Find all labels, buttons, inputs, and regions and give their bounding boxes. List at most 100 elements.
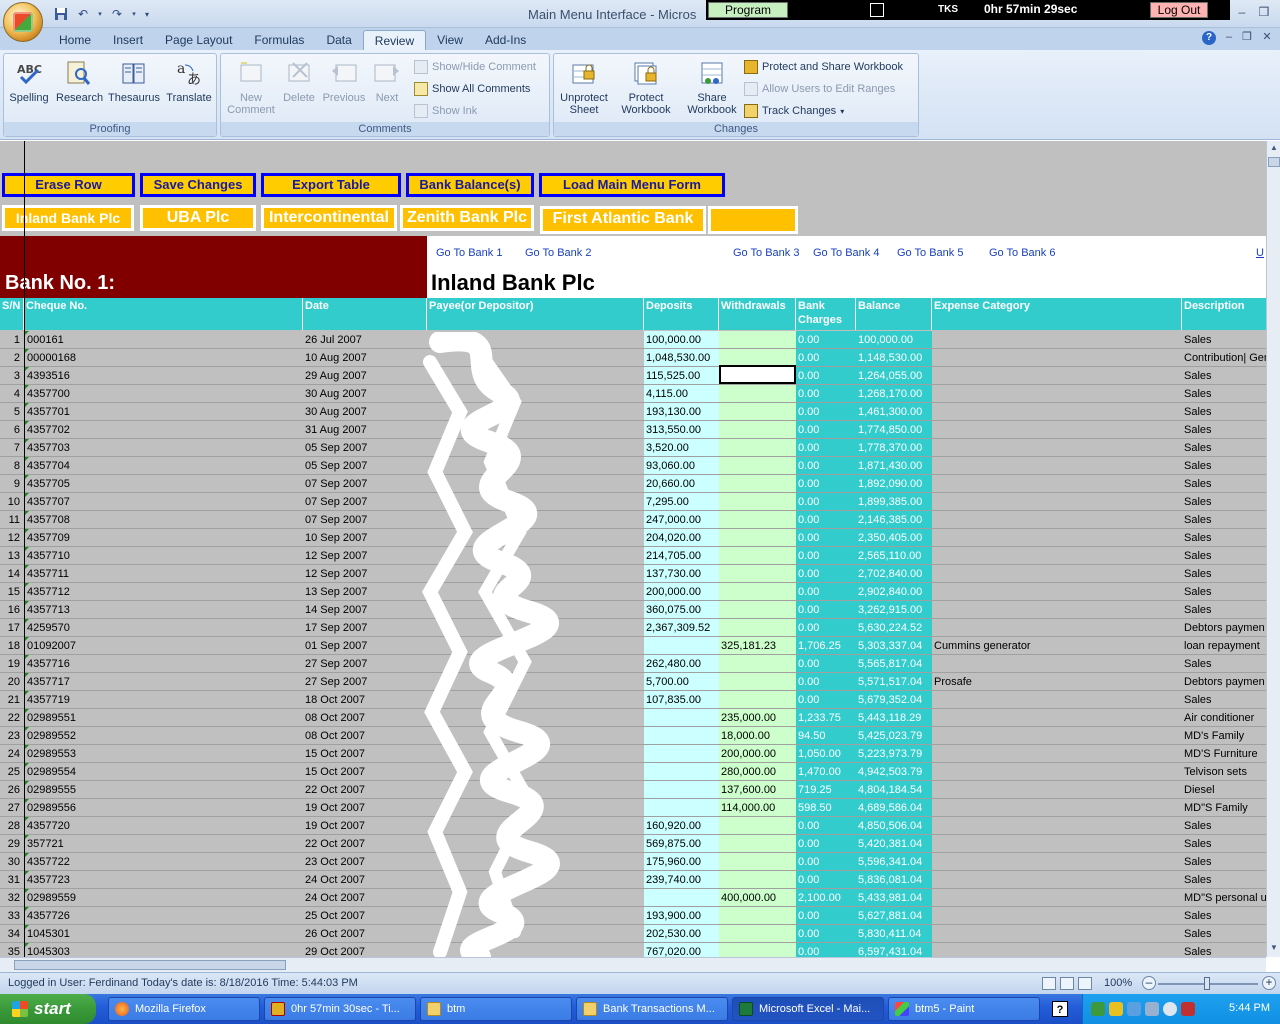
tab-home[interactable]: Home — [48, 30, 102, 50]
withdrawal-cell[interactable] — [719, 493, 796, 511]
withdrawal-cell[interactable] — [719, 907, 796, 925]
horizontal-scroll-thumb[interactable] — [14, 960, 286, 970]
cheque-cell[interactable]: 4259570 — [24, 619, 303, 637]
sn-cell[interactable]: 1 — [0, 331, 24, 349]
description-cell[interactable]: Sales — [1182, 403, 1266, 421]
show-ink-button[interactable]: Show Ink — [414, 102, 477, 120]
date-cell[interactable]: 18 Oct 2007 — [303, 691, 427, 709]
antivirus-icon[interactable] — [1181, 1002, 1195, 1016]
restore-button[interactable]: ❒ — [1253, 4, 1275, 20]
bank-button-inland[interactable]: Inland Bank Plc — [2, 205, 134, 231]
zoom-level[interactable]: 100% — [1104, 977, 1132, 989]
zoom-out-icon[interactable]: – — [1142, 976, 1156, 990]
thesaurus-button[interactable]: Thesaurus — [108, 58, 160, 104]
zoom-in-icon[interactable]: + — [1262, 976, 1276, 990]
deposit-cell[interactable]: 7,295.00 — [644, 493, 719, 511]
sn-cell[interactable]: 17 — [0, 619, 24, 637]
charges-cell[interactable]: 0.00 — [796, 673, 856, 691]
translate-button[interactable]: aあ Translate — [164, 58, 214, 104]
expense-cell[interactable] — [932, 817, 1182, 835]
balance-cell[interactable]: 5,571,517.04 — [856, 673, 932, 691]
cheque-cell[interactable]: 4357710 — [24, 547, 303, 565]
deposit-cell[interactable] — [644, 637, 719, 655]
balance-cell[interactable]: 5,565,817.04 — [856, 655, 932, 673]
cheque-cell[interactable]: 4357709 — [24, 529, 303, 547]
deposit-cell[interactable]: 247,000.00 — [644, 511, 719, 529]
next-comment-button[interactable]: Next — [367, 58, 407, 104]
date-cell[interactable]: 10 Sep 2007 — [303, 529, 427, 547]
deposit-cell[interactable]: 175,960.00 — [644, 853, 719, 871]
balance-cell[interactable]: 5,836,081.04 — [856, 871, 932, 889]
deposit-cell[interactable]: 313,550.00 — [644, 421, 719, 439]
start-button[interactable]: start — [0, 994, 96, 1024]
withdrawal-cell[interactable] — [719, 439, 796, 457]
cheque-cell[interactable]: 4357713 — [24, 601, 303, 619]
tab-insert[interactable]: Insert — [102, 30, 154, 50]
research-button[interactable]: Research — [56, 58, 103, 104]
cheque-cell[interactable]: 4357703 — [24, 439, 303, 457]
cheque-cell[interactable]: 02989559 — [24, 889, 303, 907]
date-cell[interactable]: 30 Aug 2007 — [303, 403, 427, 421]
show-all-comments-button[interactable]: Show All Comments — [414, 80, 530, 98]
description-cell[interactable]: Sales — [1182, 385, 1266, 403]
cheque-cell[interactable]: 01092007 — [24, 637, 303, 655]
sn-cell[interactable]: 26 — [0, 781, 24, 799]
cheque-cell[interactable]: 4357716 — [24, 655, 303, 673]
sn-cell[interactable]: 27 — [0, 799, 24, 817]
date-cell[interactable]: 13 Sep 2007 — [303, 583, 427, 601]
bank-button-uba[interactable]: UBA Plc — [140, 205, 256, 231]
charges-cell[interactable]: 0.00 — [796, 601, 856, 619]
expense-cell[interactable] — [932, 367, 1182, 385]
description-cell[interactable]: Sales — [1182, 475, 1266, 493]
sn-cell[interactable]: 2 — [0, 349, 24, 367]
deposit-cell[interactable] — [644, 799, 719, 817]
cheque-cell[interactable]: 4357712 — [24, 583, 303, 601]
task-firefox[interactable]: Mozilla Firefox — [108, 997, 260, 1021]
sn-cell[interactable]: 20 — [0, 673, 24, 691]
undo-icon[interactable]: ↶ — [74, 5, 92, 23]
load-main-menu-form-button[interactable]: Load Main Menu Form — [539, 173, 725, 197]
sn-cell[interactable]: 34 — [0, 925, 24, 943]
charges-cell[interactable]: 0.00 — [796, 529, 856, 547]
sn-cell[interactable]: 7 — [0, 439, 24, 457]
description-cell[interactable]: Sales — [1182, 601, 1266, 619]
deposit-cell[interactable]: 214,705.00 — [644, 547, 719, 565]
charges-cell[interactable]: 0.00 — [796, 493, 856, 511]
cheque-cell[interactable]: 02989551 — [24, 709, 303, 727]
expense-cell[interactable] — [932, 853, 1182, 871]
deposit-cell[interactable] — [644, 745, 719, 763]
charges-cell[interactable]: 1,470.00 — [796, 763, 856, 781]
sn-cell[interactable]: 21 — [0, 691, 24, 709]
description-cell[interactable]: MD's Family — [1182, 727, 1266, 745]
task-btm-folder[interactable]: btm — [420, 997, 572, 1021]
balance-cell[interactable]: 5,443,118.29 — [856, 709, 932, 727]
workbook-restore-button[interactable]: ❒ — [1238, 29, 1256, 45]
balance-cell[interactable]: 5,627,881.04 — [856, 907, 932, 925]
date-cell[interactable]: 14 Sep 2007 — [303, 601, 427, 619]
help-icon[interactable]: ? — [1202, 31, 1216, 45]
charges-cell[interactable]: 0.00 — [796, 421, 856, 439]
charges-cell[interactable]: 94.50 — [796, 727, 856, 745]
description-cell[interactable]: Sales — [1182, 547, 1266, 565]
sn-cell[interactable]: 29 — [0, 835, 24, 853]
cheque-cell[interactable]: 4357702 — [24, 421, 303, 439]
expense-cell[interactable] — [932, 655, 1182, 673]
deposit-cell[interactable] — [644, 727, 719, 745]
deposit-cell[interactable]: 193,130.00 — [644, 403, 719, 421]
charges-cell[interactable]: 0.00 — [796, 403, 856, 421]
cheque-cell[interactable]: 1045301 — [24, 925, 303, 943]
expense-cell[interactable] — [932, 421, 1182, 439]
cheque-cell[interactable]: 00000168 — [24, 349, 303, 367]
expense-cell[interactable] — [932, 925, 1182, 943]
balance-cell[interactable]: 5,303,337.04 — [856, 637, 932, 655]
sn-cell[interactable]: 14 — [0, 565, 24, 583]
sn-cell[interactable]: 9 — [0, 475, 24, 493]
deposit-cell[interactable]: 202,530.00 — [644, 925, 719, 943]
date-cell[interactable]: 15 Oct 2007 — [303, 763, 427, 781]
charges-cell[interactable]: 0.00 — [796, 907, 856, 925]
expense-cell[interactable]: Prosafe — [932, 673, 1182, 691]
task-bank-transactions[interactable]: Bank Transactions M... — [576, 997, 728, 1021]
tab-add-ins[interactable]: Add-Ins — [474, 30, 537, 50]
balance-cell[interactable]: 4,942,503.79 — [856, 763, 932, 781]
active-cell[interactable] — [719, 365, 796, 384]
